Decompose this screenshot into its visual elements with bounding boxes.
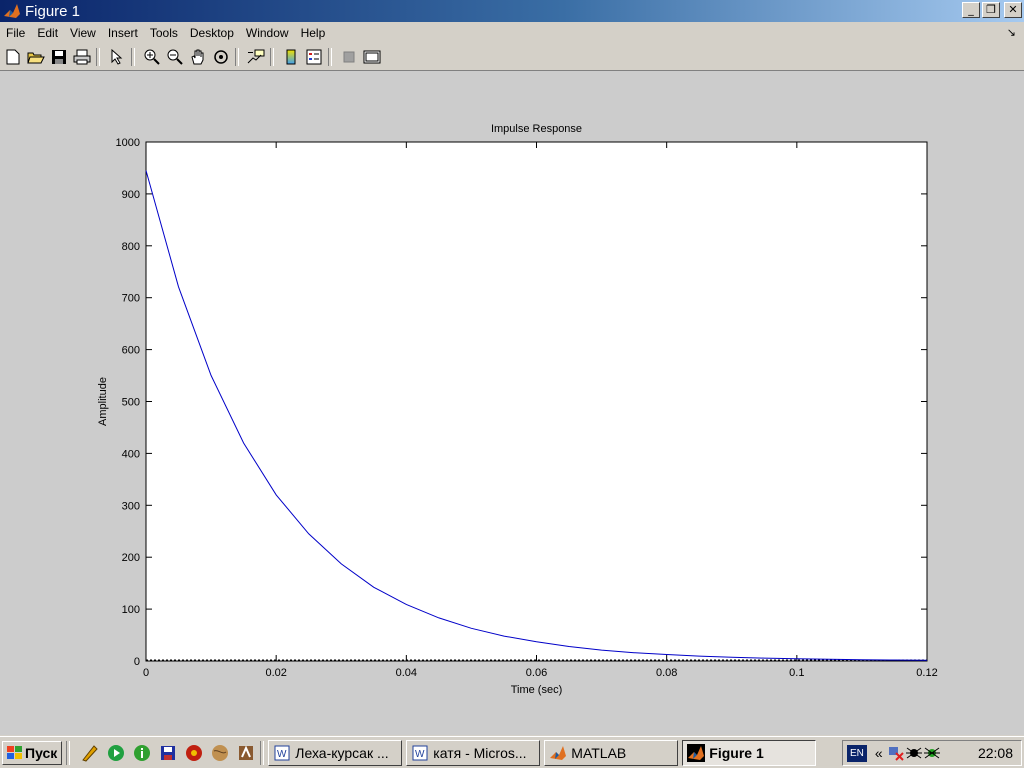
toolbar-separator	[328, 48, 332, 66]
menu-edit[interactable]: Edit	[31, 26, 64, 40]
antivirus-icon[interactable]	[905, 744, 923, 762]
close-button[interactable]: ✕	[1004, 2, 1022, 18]
zoom-in-icon[interactable]	[142, 47, 162, 67]
taskbar-separator	[260, 740, 265, 765]
hide-tools-icon[interactable]	[339, 47, 359, 67]
pointer-icon[interactable]	[107, 47, 127, 67]
x-tick-label: 0.06	[526, 667, 547, 679]
quick-launch	[80, 743, 256, 763]
matlab-icon	[687, 743, 706, 762]
y-tick-label: 900	[122, 189, 140, 201]
task-label: Леха-курсак ...	[295, 744, 389, 761]
print-icon[interactable]	[72, 47, 92, 67]
menu-insert[interactable]: Insert	[102, 26, 144, 40]
task-label: Figure 1	[709, 744, 764, 761]
y-axis-label: Amplitude	[97, 377, 109, 426]
task-button-figure-1[interactable]: Figure 1	[682, 739, 817, 766]
menu-view[interactable]: View	[64, 26, 102, 40]
task-label: MATLAB	[571, 744, 627, 761]
impulse-response-plot[interactable]: 0 100 200 300 400 500 600 700 800 900 1000 0 0.02 0.0…	[0, 71, 1024, 735]
task-button-word-1[interactable]: W Леха-курсак ...	[268, 739, 403, 766]
figure-toolbar	[0, 44, 1024, 71]
toolbar-separator	[96, 48, 100, 66]
menu-file[interactable]: File	[0, 26, 31, 40]
menu-tools[interactable]: Tools	[144, 26, 184, 40]
zoom-out-icon[interactable]	[165, 47, 185, 67]
toolbar-separator	[270, 48, 274, 66]
ql-globe-icon[interactable]	[210, 743, 230, 763]
word-icon: W	[412, 745, 428, 760]
menu-help[interactable]: Help	[295, 26, 332, 40]
menu-desktop[interactable]: Desktop	[184, 26, 240, 40]
data-cursor-icon[interactable]	[246, 47, 266, 67]
x-tick-label: 0.04	[396, 667, 417, 679]
x-tick-label: 0.02	[265, 667, 286, 679]
save-icon[interactable]	[49, 47, 69, 67]
dock-arrow-icon[interactable]: ↘	[1007, 26, 1016, 39]
restore-button[interactable]: ❐	[982, 2, 1000, 18]
chart-title: Impulse Response	[491, 123, 582, 135]
colorbar-icon[interactable]	[281, 47, 301, 67]
y-tick-label: 300	[122, 500, 140, 512]
y-tick-label: 200	[122, 552, 140, 564]
y-tick-label: 800	[122, 241, 140, 253]
y-tick-label: 700	[122, 293, 140, 305]
y-tick-label: 600	[122, 345, 140, 357]
title-bar: Figure 1 _ ❐ ✕	[0, 0, 1024, 22]
legend-icon[interactable]	[304, 47, 324, 67]
network-disconnected-icon[interactable]	[887, 744, 905, 762]
x-tick-label: 0.12	[916, 667, 937, 679]
matlab-icon	[550, 745, 567, 760]
word-icon: W	[274, 745, 290, 760]
y-tick-label: 1000	[116, 137, 140, 149]
x-tick-label: 0	[143, 667, 149, 679]
task-button-matlab[interactable]: MATLAB	[544, 739, 679, 766]
ql-save-icon[interactable]	[158, 743, 178, 763]
spider-icon[interactable]	[923, 744, 941, 762]
rotate-icon[interactable]	[211, 47, 231, 67]
toolbar-separator	[235, 48, 239, 66]
y-tick-label: 400	[122, 448, 140, 460]
toolbar-separator	[131, 48, 135, 66]
x-tick-label: 0.1	[789, 667, 804, 679]
matlab-icon	[4, 4, 20, 18]
tray-expand-button[interactable]: «	[875, 745, 883, 761]
new-icon[interactable]	[3, 47, 23, 67]
plot-area	[145, 141, 928, 662]
system-tray: EN « 22:08	[842, 740, 1022, 766]
ql-player-icon[interactable]	[106, 743, 126, 763]
windows-flag-icon	[7, 745, 22, 759]
language-indicator[interactable]: EN	[847, 744, 867, 762]
svg-text:W: W	[277, 749, 287, 760]
figure-canvas: 0 100 200 300 400 500 600 700 800 900 1000 0 0.02 0.0…	[0, 71, 1024, 735]
ql-info-icon[interactable]	[132, 743, 152, 763]
task-label: катя - Micros...	[433, 744, 527, 761]
x-tick-label: 0.08	[656, 667, 677, 679]
ql-app-1-icon[interactable]	[80, 743, 100, 763]
y-tick-label: 100	[122, 604, 140, 616]
y-tick-label: 500	[122, 397, 140, 409]
window-title: Figure 1	[25, 2, 81, 20]
x-axis-label: Time (sec)	[511, 684, 563, 696]
start-button[interactable]: Пуск	[2, 740, 63, 765]
menu-window[interactable]: Window	[240, 26, 295, 40]
task-button-word-2[interactable]: W катя - Micros...	[406, 739, 541, 766]
taskbar: Пуск W Леха-курсак ... W катя - Micros..…	[0, 736, 1024, 768]
svg-text:W: W	[415, 749, 425, 760]
start-label: Пуск	[25, 744, 58, 761]
clock: 22:08	[977, 745, 1013, 761]
pan-icon[interactable]	[188, 47, 208, 67]
minimize-button[interactable]: _	[962, 2, 980, 18]
taskbar-separator	[66, 740, 71, 765]
y-tick-label: 0	[134, 656, 140, 668]
ql-media-icon[interactable]	[184, 743, 204, 763]
menu-bar: File Edit View Insert Tools Desktop Wind…	[0, 22, 1024, 44]
ql-app-2-icon[interactable]	[236, 743, 256, 763]
show-tools-icon[interactable]	[362, 47, 382, 67]
open-icon[interactable]	[26, 47, 46, 67]
